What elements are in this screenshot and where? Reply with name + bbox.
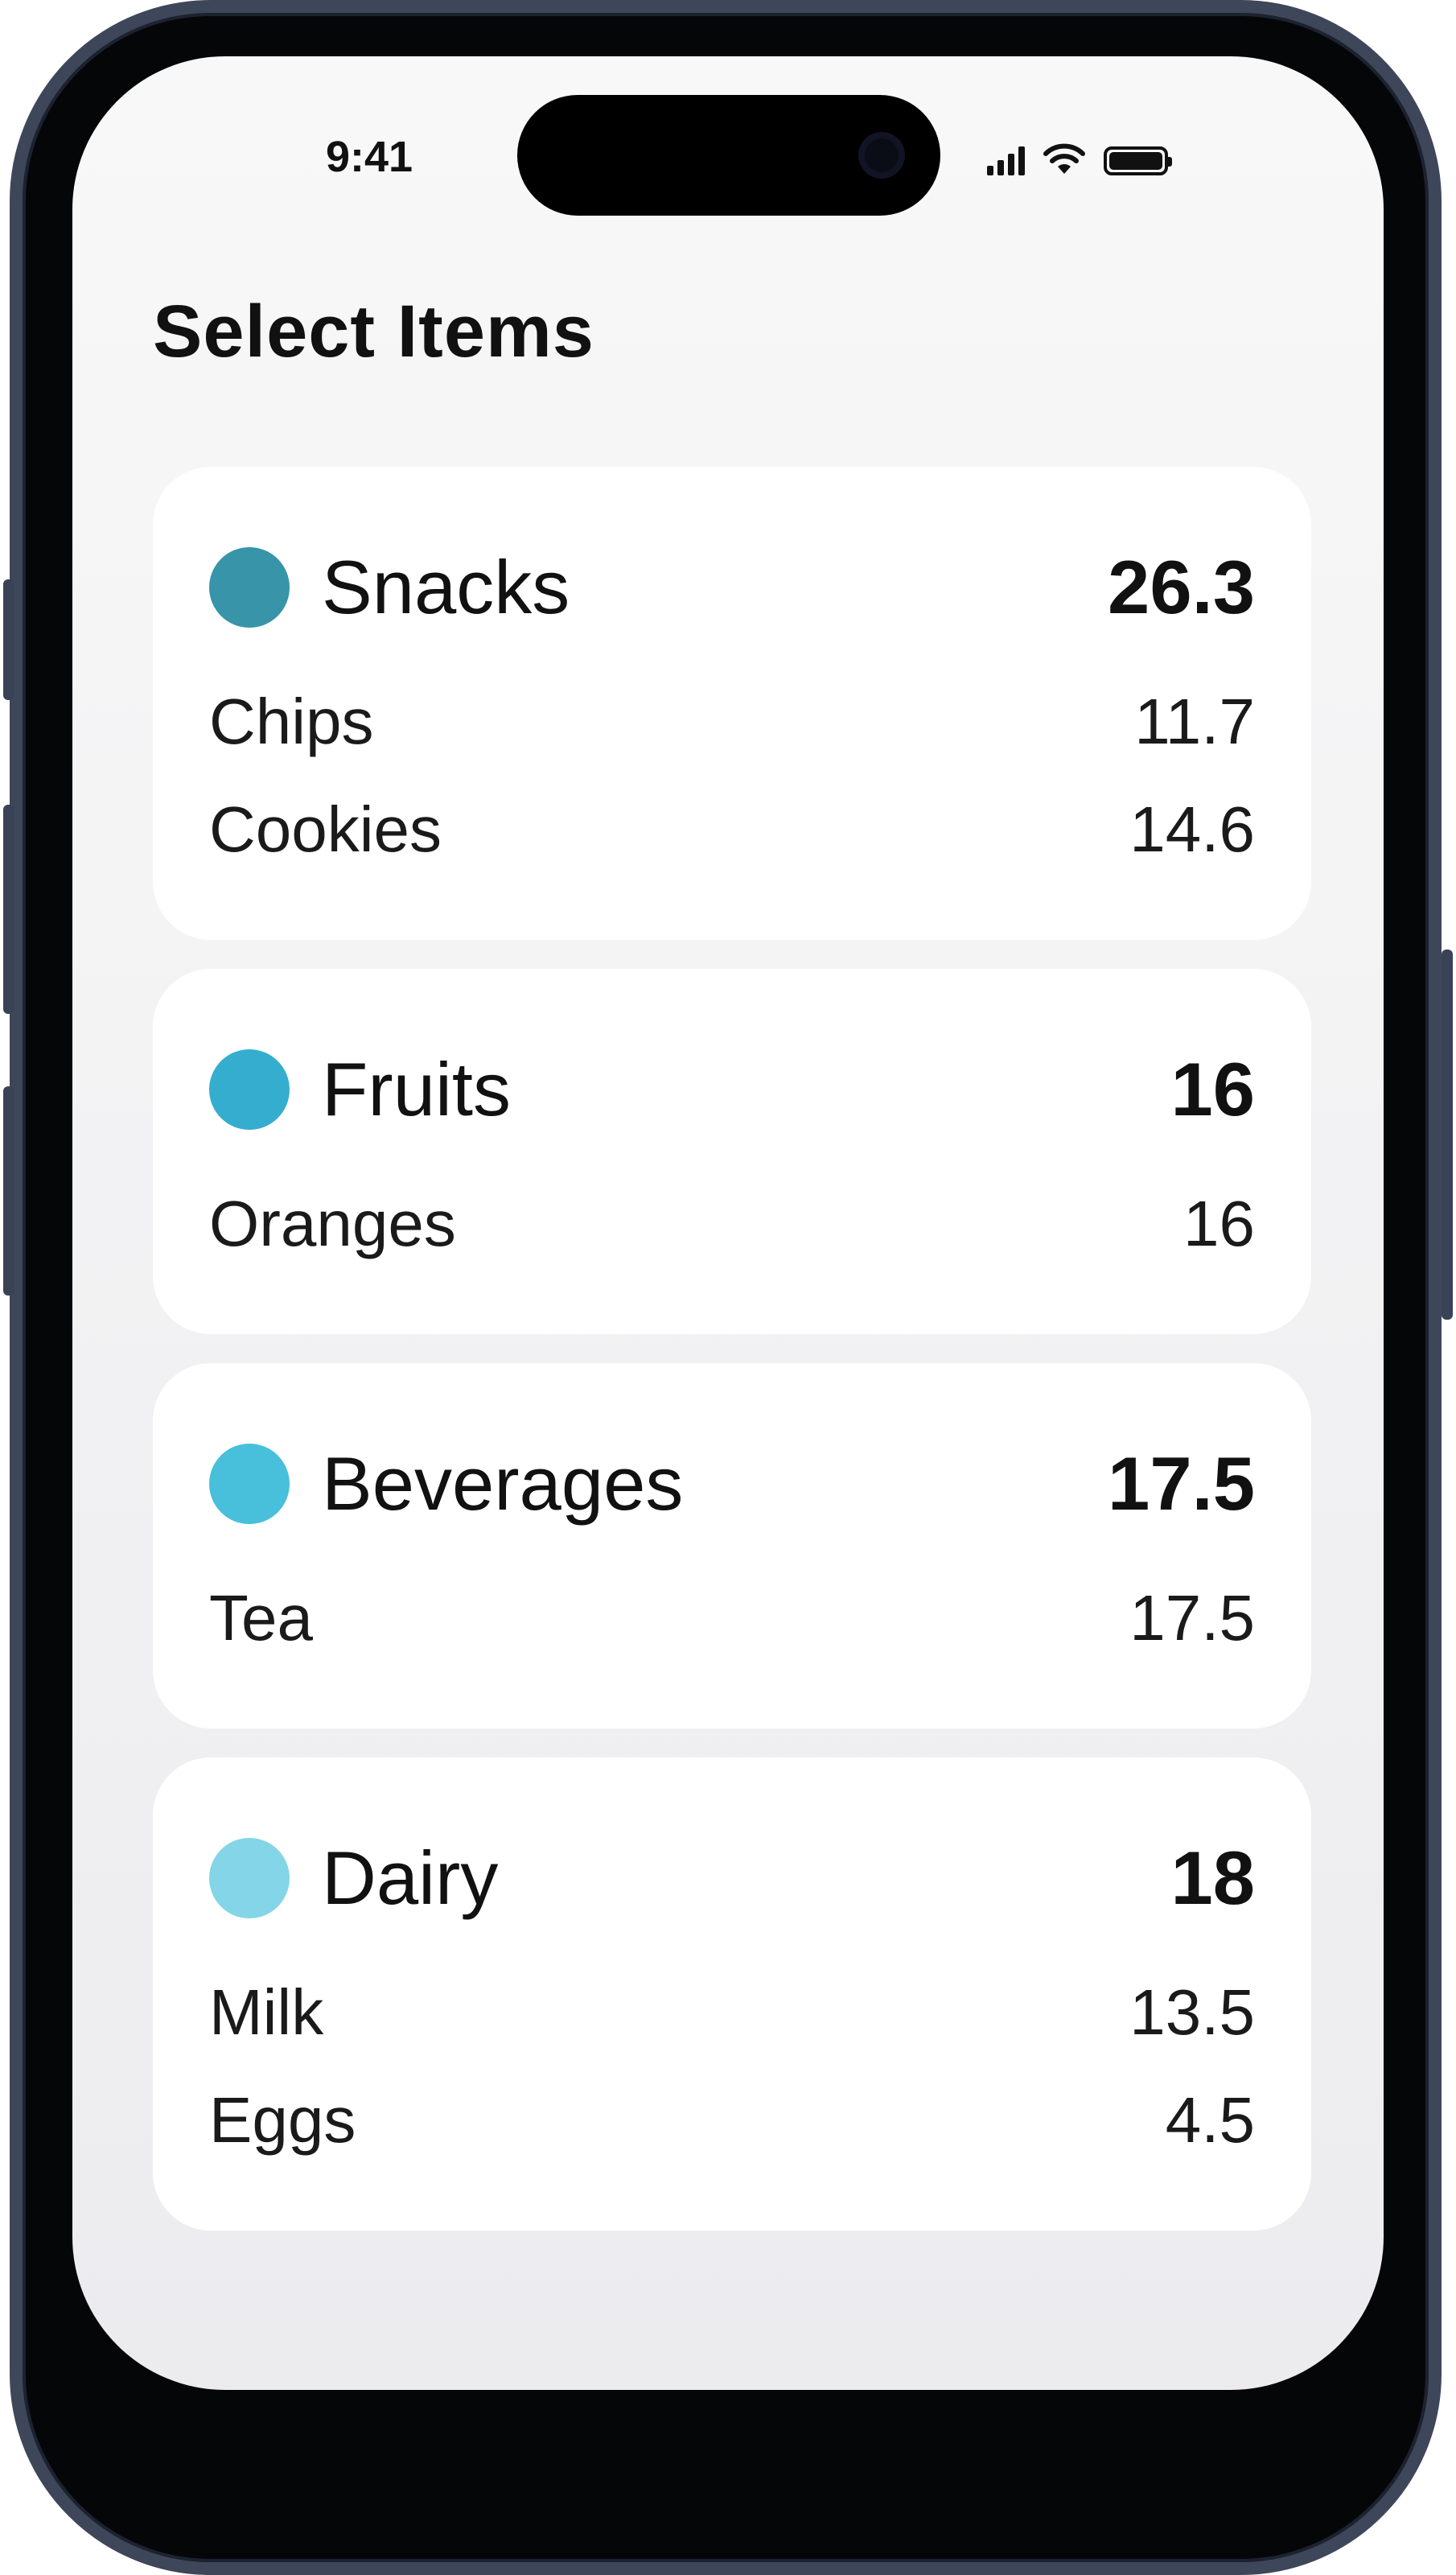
category-card-fruits[interactable]: Fruits 16 Oranges 16 xyxy=(153,969,1311,1334)
status-icons xyxy=(987,140,1172,175)
list-item-milk[interactable]: Milk 13.5 xyxy=(209,1959,1255,2066)
list-item-chips[interactable]: Chips 11.7 xyxy=(209,668,1255,776)
item-value: 11.7 xyxy=(1134,686,1255,757)
power-button xyxy=(1442,950,1453,1320)
battery-icon xyxy=(1104,146,1172,175)
phone-screen: 9:41 Select Items Snacks 26.3 Chips 11.7… xyxy=(72,56,1384,2390)
category-header: Fruits 16 xyxy=(209,1047,1255,1131)
volume-up-button xyxy=(3,805,14,1014)
item-name: Milk xyxy=(209,1976,324,2048)
category-header: Dairy 18 xyxy=(209,1835,1255,1920)
battery-fill xyxy=(1109,152,1162,170)
category-header: Beverages 17.5 xyxy=(209,1441,1255,1526)
action-button xyxy=(3,579,14,700)
dynamic-island xyxy=(517,95,940,216)
item-name: Oranges xyxy=(209,1188,456,1259)
item-value: 16 xyxy=(1183,1188,1255,1259)
camera-icon xyxy=(858,132,905,179)
item-name: Chips xyxy=(209,686,374,757)
category-total: 16 xyxy=(1170,1047,1255,1131)
list-item-cookies[interactable]: Cookies 14.6 xyxy=(209,776,1255,884)
category-name: Beverages xyxy=(322,1441,684,1526)
list-item-eggs[interactable]: Eggs 4.5 xyxy=(209,2066,1255,2174)
category-color-dot xyxy=(209,1049,290,1130)
category-color-dot xyxy=(209,1444,290,1524)
item-name: Tea xyxy=(209,1582,313,1654)
category-total: 18 xyxy=(1170,1835,1255,1920)
wifi-icon xyxy=(1043,143,1085,174)
category-card-snacks[interactable]: Snacks 26.3 Chips 11.7 Cookies 14.6 xyxy=(153,467,1311,940)
category-name: Fruits xyxy=(322,1047,511,1131)
volume-down-button xyxy=(3,1086,14,1296)
list-item-tea[interactable]: Tea 17.5 xyxy=(209,1564,1255,1672)
item-name: Cookies xyxy=(209,793,442,865)
item-value: 13.5 xyxy=(1129,1976,1255,2048)
item-value: 4.5 xyxy=(1165,2084,1255,2156)
category-total: 17.5 xyxy=(1108,1441,1255,1526)
item-name: Eggs xyxy=(209,2084,356,2156)
item-value: 17.5 xyxy=(1129,1582,1255,1654)
category-card-dairy[interactable]: Dairy 18 Milk 13.5 Eggs 4.5 xyxy=(153,1757,1311,2231)
category-name: Dairy xyxy=(322,1835,499,1920)
item-value: 14.6 xyxy=(1129,793,1255,865)
category-name: Snacks xyxy=(322,545,570,629)
cellular-signal-icon xyxy=(987,146,1025,175)
category-header: Snacks 26.3 xyxy=(209,545,1255,629)
page-title: Select Items xyxy=(153,290,594,373)
category-color-dot xyxy=(209,547,290,628)
category-card-beverages[interactable]: Beverages 17.5 Tea 17.5 xyxy=(153,1363,1311,1728)
category-list: Snacks 26.3 Chips 11.7 Cookies 14.6 Frui… xyxy=(153,467,1311,2260)
category-color-dot xyxy=(209,1838,290,1918)
status-time: 9:41 xyxy=(326,133,413,181)
category-total: 26.3 xyxy=(1108,545,1255,629)
list-item-oranges[interactable]: Oranges 16 xyxy=(209,1170,1255,1278)
